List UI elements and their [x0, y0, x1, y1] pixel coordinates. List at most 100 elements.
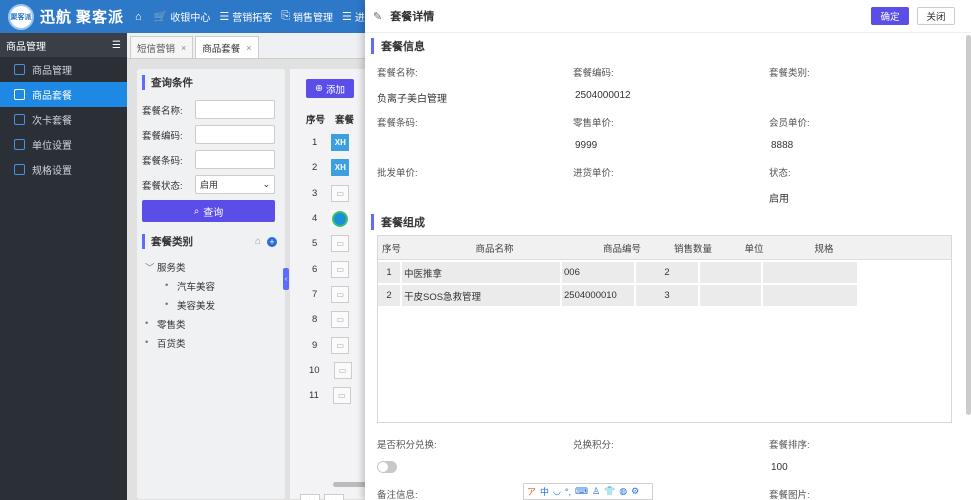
info-section-title: 套餐信息 [371, 38, 425, 54]
nav-purchase[interactable]: ☰ 进 [342, 9, 365, 24]
toolbox-icon[interactable]: ◍ [619, 486, 627, 497]
tree-node-general[interactable]: • 百货类 [145, 333, 285, 352]
table-row[interactable]: 1 中医推拿 006 2 [378, 262, 951, 283]
package-detail-drawer: ✎ 套餐详情 确定 关闭 套餐信息 套餐名称: 负离子美白管理 套餐编码: 250… [365, 0, 971, 500]
sidebar-item-times-card[interactable]: 次卡套餐 [0, 107, 127, 132]
gear-icon[interactable]: ⚙ [631, 486, 639, 497]
expand-icon[interactable]: ﹀ [145, 260, 155, 274]
table-row[interactable]: 2 干皮SOS急救管理 2504000010 3 [378, 285, 951, 306]
close-icon[interactable]: × [246, 43, 251, 53]
close-button[interactable]: 关闭 [917, 7, 955, 25]
tree-node-car[interactable]: • 汽车美容 [145, 276, 285, 295]
tree-node-retail[interactable]: • 零售类 [145, 314, 285, 333]
sort-label: 套餐排序: [769, 440, 810, 451]
image-placeholder-icon: ▭ [331, 336, 350, 354]
home-icon: ⌂ [135, 10, 142, 23]
brand-name-2: 聚客派 [76, 9, 125, 26]
composition-section-title: 套餐组成 [371, 214, 425, 230]
image-placeholder-icon: ▭ [331, 235, 350, 253]
composition-table: 序号 商品名称 商品编号 销售数量 单位 规格 1 中医推拿 006 2 2 干… [377, 235, 952, 423]
tree-node-beauty[interactable]: • 美容美发 [145, 295, 285, 314]
ime-logo-icon[interactable]: ア [527, 485, 536, 498]
package-name-input[interactable] [195, 100, 275, 119]
tab-package[interactable]: 商品套餐 × [195, 36, 259, 58]
image-placeholder-icon: ▭ [331, 311, 350, 329]
sidebar-item-package[interactable]: 商品套餐 [0, 82, 127, 107]
sidebar-item-unit[interactable]: 单位设置 [0, 132, 127, 157]
drawer-header: ✎ 套餐详情 确定 关闭 [365, 0, 971, 33]
cart-icon: 🛒 [153, 11, 168, 23]
logo-badge: 聚客派 [8, 3, 34, 30]
field-label: 套餐名称: [377, 68, 418, 79]
confirm-button[interactable]: 确定 [871, 7, 909, 25]
vertical-scrollbar[interactable] [966, 35, 971, 415]
query-button[interactable]: ⌕ 查询 [142, 200, 275, 222]
package-thumbnail: XH [331, 134, 350, 152]
ime-chinese-icon[interactable]: 中 [540, 485, 549, 498]
field-label: 状态: [769, 168, 791, 179]
field-label: 套餐编码: [573, 68, 614, 79]
image-label: 套餐图片: [769, 490, 810, 500]
close-icon[interactable]: × [181, 43, 186, 53]
ime-moon-icon[interactable]: ◡ [553, 486, 561, 497]
field-label: 进货单价: [573, 168, 614, 179]
package-name-value: 负离子美白管理 [377, 94, 447, 105]
filter-name-row: 套餐名称: [142, 100, 285, 119]
brand-logo[interactable]: 聚客派 迅航 聚客派 [0, 3, 135, 30]
points-exchange-label: 是否积分兑换: [377, 440, 437, 451]
top-nav: ⌂ 🛒 收银中心 ☰ 营销拓客 ⎘ 销售管理 ☰ 进 [135, 9, 374, 24]
sidebar-title: 商品管理 [6, 41, 46, 53]
nav-marketing[interactable]: ☰ 营销拓客 [219, 9, 272, 24]
image-placeholder-icon: ▭ [331, 260, 350, 278]
points-exchange-toggle[interactable] [377, 461, 397, 473]
goods-icon [14, 64, 25, 75]
filter-code-row: 套餐编码: [142, 125, 285, 144]
filter-barcode-row: 套餐条码: [142, 150, 285, 169]
sidebar-item-spec[interactable]: 规格设置 [0, 157, 127, 182]
drawer-title: 套餐详情 [390, 11, 435, 23]
collapse-menu-icon[interactable]: ☰ [112, 40, 121, 51]
nav-cashier[interactable]: 🛒 收银中心 [154, 9, 211, 24]
package-code-input[interactable] [195, 125, 275, 144]
field-label: 批发单价: [377, 168, 418, 179]
first-page-button[interactable]: << [300, 494, 320, 500]
ime-punct-icon[interactable]: °, [565, 487, 571, 497]
nav-sales[interactable]: ⎘ 销售管理 [281, 9, 333, 24]
spec-icon [14, 164, 25, 175]
status-select[interactable]: 启用 ⌄ [195, 175, 275, 194]
panel-collapse-handle[interactable]: ‹ [283, 268, 289, 290]
brand-name-1: 迅航 [40, 9, 73, 26]
card-icon [14, 114, 25, 125]
field-label: 套餐条码: [377, 118, 418, 129]
package-thumbnail: XH [331, 159, 350, 177]
table-header: 序号 商品名称 商品编号 销售数量 单位 规格 [378, 236, 951, 260]
package-barcode-input[interactable] [195, 150, 275, 169]
image-placeholder-icon: ▭ [333, 361, 352, 379]
sort-value: 100 [771, 462, 788, 473]
home-icon[interactable]: ⌂ [255, 236, 261, 247]
image-placeholder-icon: ▭ [331, 285, 350, 303]
tab-bar: 短信营销 × 商品套餐 × [127, 33, 371, 59]
add-button[interactable]: ⊕ 添加 [306, 79, 354, 98]
category-header: 套餐类别 ⌂ + [142, 234, 277, 249]
member-price-value: 8888 [771, 140, 794, 151]
marketing-icon: ☰ [219, 11, 230, 23]
sidebar-item-goods[interactable]: 商品管理 [0, 57, 127, 82]
skin-icon[interactable]: 👕 [604, 486, 615, 497]
tab-sms[interactable]: 短信营销 × [130, 36, 194, 58]
add-category-icon[interactable]: + [267, 236, 277, 247]
status-value: 启用 [769, 194, 789, 205]
search-icon: ⌕ [193, 205, 200, 217]
purchase-icon: ☰ [342, 11, 352, 23]
user-icon[interactable]: ♙ [592, 486, 600, 497]
tree-node-service[interactable]: ﹀ 服务类 [145, 257, 285, 276]
field-label: 零售单价: [573, 118, 614, 129]
main-area: 短信营销 × 商品套餐 × 查询条件 套餐名称: 套餐编码: 套餐条码: 套餐状态:… [127, 33, 390, 500]
image-placeholder-icon: ▭ [332, 387, 351, 405]
plus-circle-icon: ⊕ [315, 83, 323, 94]
nav-home[interactable]: ⌂ [135, 11, 145, 23]
prev-page-button[interactable]: < [324, 494, 344, 500]
sidebar: 商品管理 ☰ 商品管理 商品套餐 次卡套餐 单位设置 规格设置 [0, 33, 127, 500]
query-title: 查询条件 [142, 75, 285, 90]
keyboard-icon[interactable]: ⌨ [575, 486, 588, 497]
